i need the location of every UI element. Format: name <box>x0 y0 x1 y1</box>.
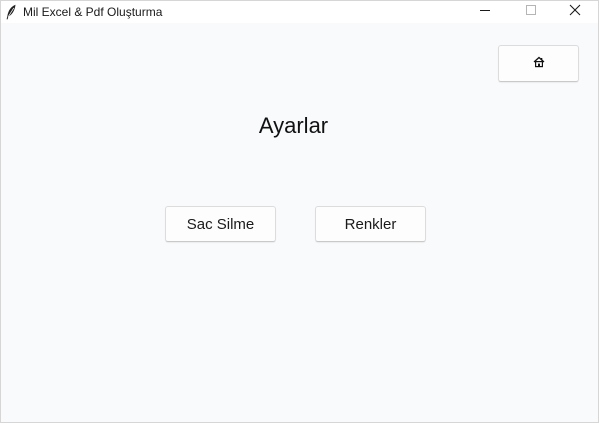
app-window: Mil Excel & Pdf Oluşturma Ayarlar Sac Si… <box>0 0 599 423</box>
maximize-icon <box>525 3 537 21</box>
title-bar[interactable]: Mil Excel & Pdf Oluşturma <box>1 1 598 23</box>
sac-silme-button[interactable]: Sac Silme <box>165 206 276 242</box>
maximize-button[interactable] <box>508 1 554 23</box>
settings-panel: Ayarlar Sac Silme Renkler <box>1 23 598 422</box>
renkler-button[interactable]: Renkler <box>315 206 426 242</box>
home-icon <box>533 55 545 72</box>
minimize-button[interactable] <box>462 1 508 23</box>
feather-icon <box>5 4 17 20</box>
close-button[interactable] <box>552 1 598 23</box>
home-button[interactable] <box>498 45 579 82</box>
close-icon <box>569 3 581 21</box>
minimize-icon <box>479 3 491 21</box>
window-title: Mil Excel & Pdf Oluşturma <box>23 5 163 19</box>
page-title: Ayarlar <box>258 113 329 138</box>
